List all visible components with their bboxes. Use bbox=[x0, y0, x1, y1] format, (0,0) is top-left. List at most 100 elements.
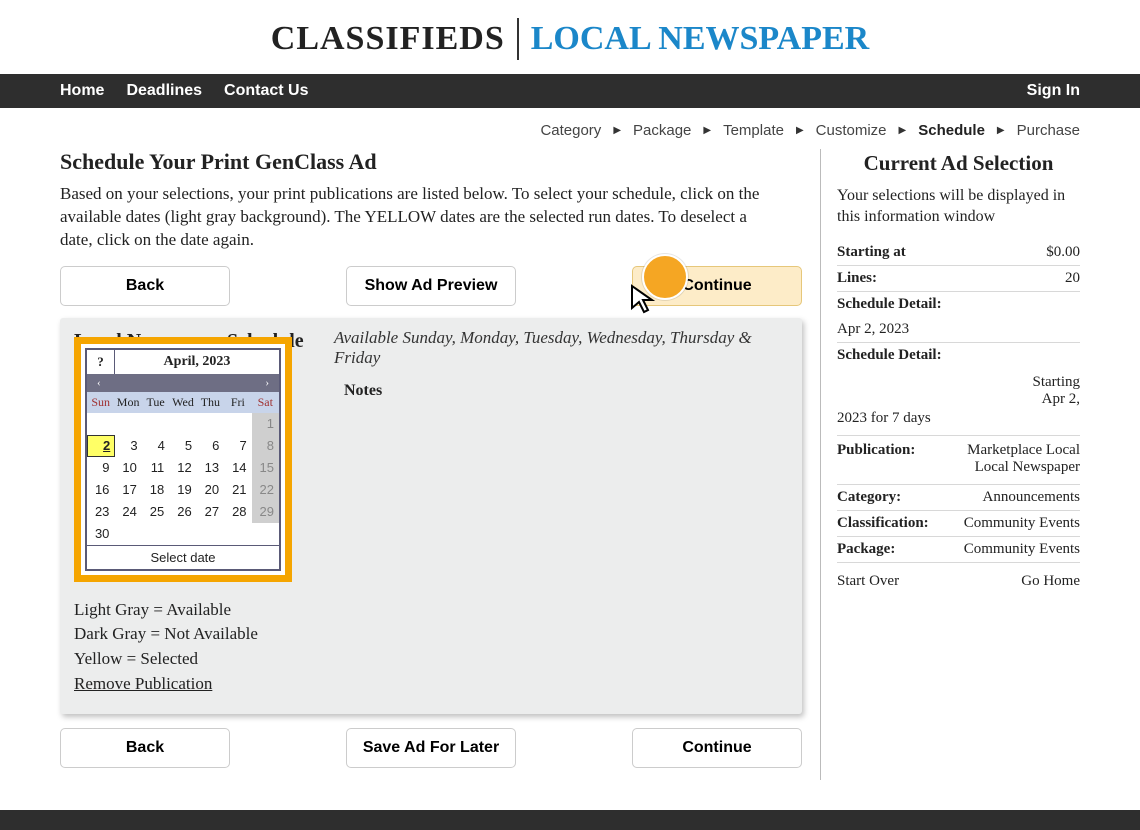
current-selection-sidebar: Current Ad Selection Your selections wil… bbox=[820, 149, 1080, 780]
calendar-day-12[interactable]: 12 bbox=[169, 457, 196, 479]
header-classifieds: CLASSIFIEDS bbox=[271, 20, 505, 58]
calendar-empty bbox=[169, 413, 196, 435]
notes-label: Notes bbox=[344, 382, 788, 400]
calendar-empty bbox=[169, 523, 196, 545]
calendar-day-18[interactable]: 18 bbox=[142, 479, 169, 501]
calendar-day-26[interactable]: 26 bbox=[169, 501, 196, 523]
calendar-next-button[interactable]: › bbox=[183, 374, 279, 392]
calendar-empty bbox=[197, 523, 224, 545]
calendar-day-1: 1 bbox=[252, 413, 279, 435]
calendar-day-28[interactable]: 28 bbox=[224, 501, 251, 523]
category-value: Announcements bbox=[983, 489, 1080, 506]
calendar-empty bbox=[142, 523, 169, 545]
calendar: ? April, 2023 ‹ › SunMonTueWedThuFriSat … bbox=[74, 337, 292, 582]
calendar-day-5[interactable]: 5 bbox=[170, 435, 197, 457]
calendar-day-13[interactable]: 13 bbox=[197, 457, 224, 479]
publication-label: Publication: bbox=[837, 442, 915, 476]
nav-deadlines[interactable]: Deadlines bbox=[126, 82, 202, 100]
calendar-day-24[interactable]: 24 bbox=[114, 501, 141, 523]
classification-label: Classification: bbox=[837, 515, 929, 532]
remove-publication-link[interactable]: Remove Publication bbox=[74, 672, 788, 697]
calendar-day-20[interactable]: 20 bbox=[197, 479, 224, 501]
calendar-day-6[interactable]: 6 bbox=[197, 435, 224, 457]
schedule-detail-apr2: Apr 2, bbox=[837, 391, 1080, 408]
calendar-empty bbox=[114, 523, 141, 545]
category-label: Category: bbox=[837, 489, 901, 506]
calendar-day-9[interactable]: 9 bbox=[87, 457, 114, 479]
calendar-month-label: April, 2023 bbox=[115, 350, 279, 374]
legend-not-available: Dark Gray = Not Available bbox=[74, 622, 788, 647]
header-newspaper: LOCAL NEWSPAPER bbox=[531, 20, 869, 58]
calendar-dow-wed: Wed bbox=[169, 392, 196, 413]
nav-contact[interactable]: Contact Us bbox=[224, 82, 308, 100]
breadcrumb-step-schedule[interactable]: Schedule bbox=[918, 122, 985, 139]
calendar-dow-fri: Fri bbox=[224, 392, 251, 413]
calendar-day-27[interactable]: 27 bbox=[197, 501, 224, 523]
breadcrumb-step-package[interactable]: Package bbox=[633, 122, 691, 139]
calendar-day-10[interactable]: 10 bbox=[114, 457, 141, 479]
breadcrumb-step-purchase[interactable]: Purchase bbox=[1017, 122, 1080, 139]
continue-button-top[interactable]: Continue bbox=[632, 266, 802, 306]
nav-signin[interactable]: Sign In bbox=[1027, 82, 1080, 99]
calendar-day-4[interactable]: 4 bbox=[143, 435, 170, 457]
calendar-prev-button[interactable]: ‹ bbox=[87, 374, 183, 392]
go-home-link[interactable]: Go Home bbox=[1021, 573, 1080, 590]
calendar-day-7[interactable]: 7 bbox=[224, 435, 251, 457]
sidebar-intro: Your selections will be displayed in thi… bbox=[837, 186, 1080, 228]
breadcrumb-arrow-icon: ▶ bbox=[613, 125, 621, 136]
calendar-day-3[interactable]: 3 bbox=[115, 435, 142, 457]
calendar-day-22: 22 bbox=[252, 479, 279, 501]
calendar-day-19[interactable]: 19 bbox=[169, 479, 196, 501]
calendar-dow-sat: Sat bbox=[252, 392, 279, 413]
calendar-day-8: 8 bbox=[252, 435, 279, 457]
calendar-day-headers: SunMonTueWedThuFriSat bbox=[87, 392, 279, 413]
calendar-day-30[interactable]: 30 bbox=[87, 523, 114, 545]
calendar-day-15: 15 bbox=[252, 457, 279, 479]
calendar-day-2[interactable]: 2 bbox=[87, 435, 115, 457]
calendar-empty bbox=[197, 413, 224, 435]
back-button-top[interactable]: Back bbox=[60, 266, 230, 306]
save-later-button[interactable]: Save Ad For Later bbox=[346, 728, 516, 768]
calendar-empty bbox=[87, 413, 114, 435]
breadcrumb: Category▶Package▶Template▶Customize▶Sche… bbox=[0, 108, 1140, 149]
start-over-link[interactable]: Start Over bbox=[837, 573, 899, 590]
calendar-help-button[interactable]: ? bbox=[87, 350, 115, 374]
calendar-day-14[interactable]: 14 bbox=[224, 457, 251, 479]
continue-button-bottom[interactable]: Continue bbox=[632, 728, 802, 768]
lines-label: Lines: bbox=[837, 270, 877, 287]
breadcrumb-arrow-icon: ▶ bbox=[899, 125, 907, 136]
calendar-day-25[interactable]: 25 bbox=[142, 501, 169, 523]
calendar-empty bbox=[224, 523, 251, 545]
breadcrumb-step-template[interactable]: Template bbox=[723, 122, 784, 139]
calendar-day-21[interactable]: 21 bbox=[224, 479, 251, 501]
schedule-detail-starting: Starting bbox=[837, 374, 1080, 391]
calendar-dow-thu: Thu bbox=[197, 392, 224, 413]
footer-bar bbox=[0, 810, 1140, 830]
legend: Light Gray = Available Dark Gray = Not A… bbox=[74, 598, 788, 697]
main-navbar: Home Deadlines Contact Us Sign In bbox=[0, 74, 1140, 108]
breadcrumb-arrow-icon: ▶ bbox=[796, 125, 804, 136]
calendar-day-29: 29 bbox=[252, 501, 279, 523]
calendar-empty bbox=[224, 413, 251, 435]
calendar-empty bbox=[252, 523, 279, 545]
calendar-empty bbox=[142, 413, 169, 435]
package-label: Package: bbox=[837, 541, 895, 558]
calendar-empty bbox=[114, 413, 141, 435]
calendar-day-17[interactable]: 17 bbox=[114, 479, 141, 501]
nav-home[interactable]: Home bbox=[60, 82, 104, 100]
calendar-day-16[interactable]: 16 bbox=[87, 479, 114, 501]
back-button-bottom[interactable]: Back bbox=[60, 728, 230, 768]
schedule-date: Apr 2, 2023 bbox=[837, 321, 909, 338]
calendar-day-11[interactable]: 11 bbox=[142, 457, 169, 479]
calendar-day-23[interactable]: 23 bbox=[87, 501, 114, 523]
breadcrumb-step-customize[interactable]: Customize bbox=[816, 122, 887, 139]
breadcrumb-step-category[interactable]: Category bbox=[540, 122, 601, 139]
calendar-grid: 1234567891011121314151617181920212223242… bbox=[87, 413, 279, 545]
calendar-dow-tue: Tue bbox=[142, 392, 169, 413]
lines-value: 20 bbox=[1065, 270, 1080, 287]
schedule-detail-label: Schedule Detail: bbox=[837, 296, 942, 313]
legend-available: Light Gray = Available bbox=[74, 598, 788, 623]
preview-button[interactable]: Show Ad Preview bbox=[346, 266, 516, 306]
site-header: CLASSIFIEDS LOCAL NEWSPAPER bbox=[0, 0, 1140, 74]
publication-value-2: Local Newspaper bbox=[967, 459, 1080, 476]
